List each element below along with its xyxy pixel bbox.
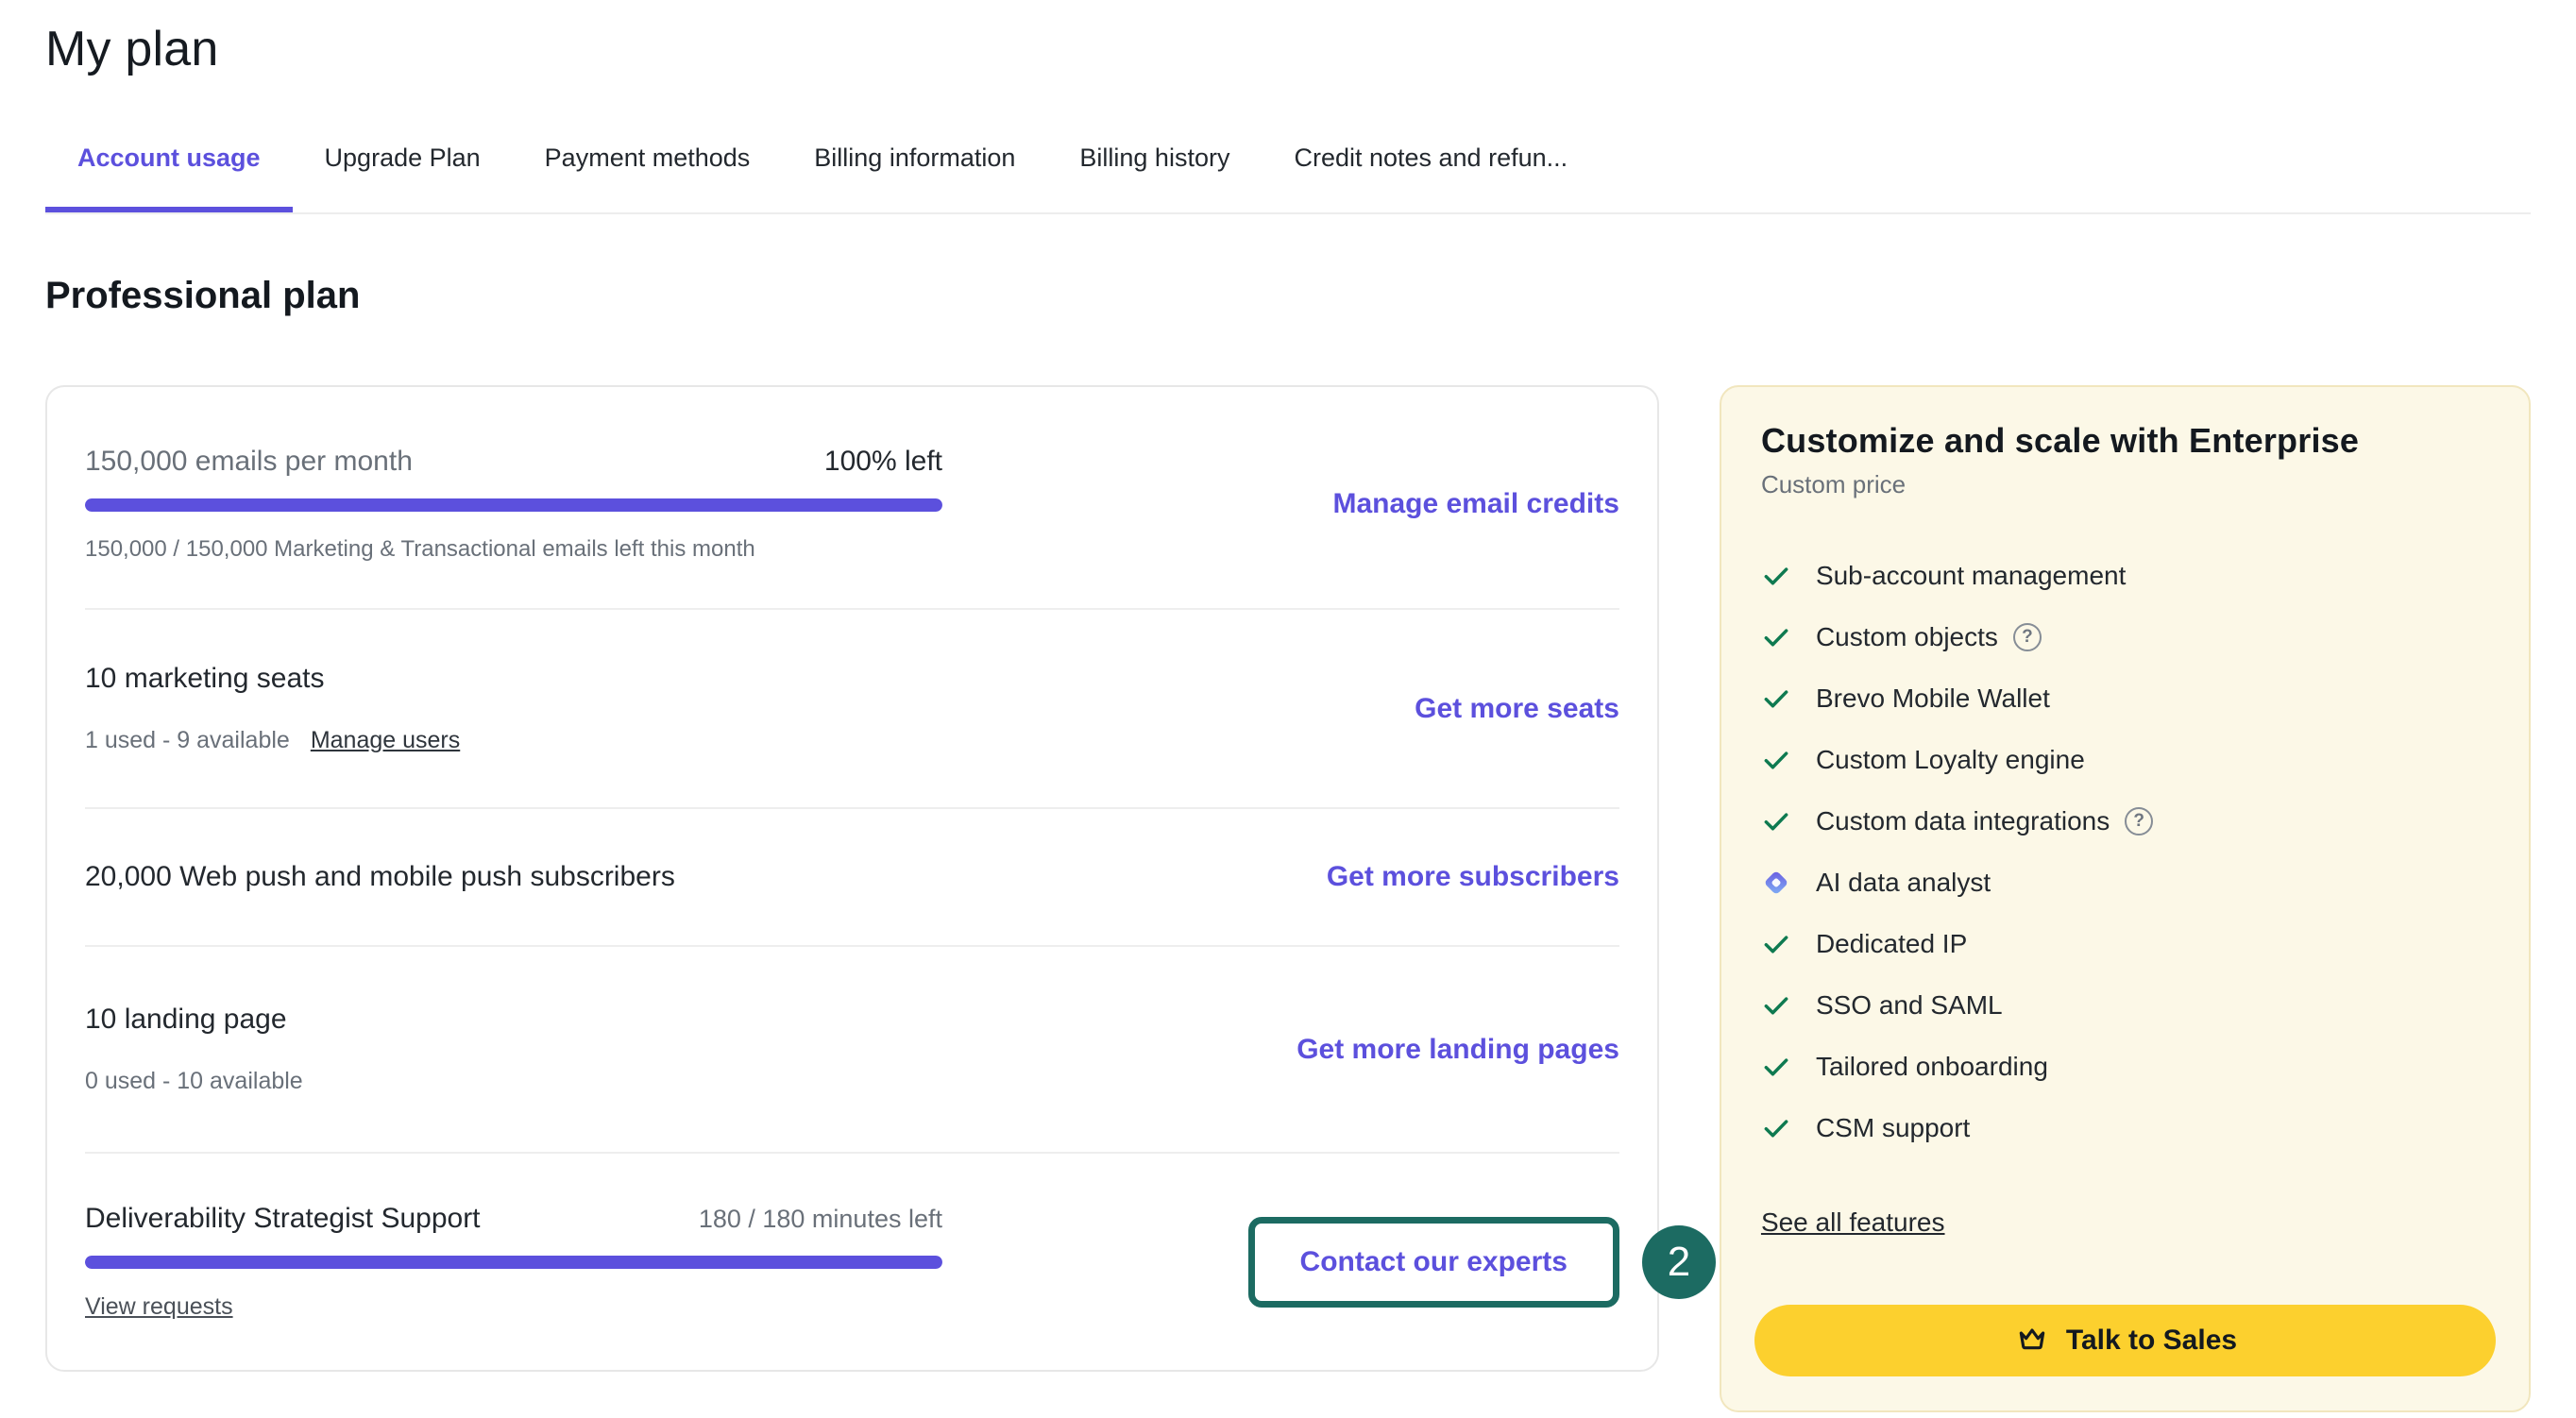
tab-bar: Account usage Upgrade Plan Payment metho… [45, 130, 2531, 214]
help-icon[interactable]: ? [2013, 623, 2042, 651]
feature-label: Dedicated IP [1816, 929, 1967, 959]
section-marketing-seats: 10 marketing seats 1 used - 9 available … [85, 610, 1619, 809]
minutes-left-text: 180 / 180 minutes left [699, 1205, 942, 1234]
check-icon [1761, 561, 1791, 591]
email-quota-title: 150,000 emails per month [85, 446, 413, 478]
list-item: AI data analyst [1761, 852, 2495, 913]
list-item: Custom objects ? [1761, 606, 2495, 667]
check-icon [1761, 806, 1791, 836]
feature-label: Custom objects [1816, 622, 1998, 652]
check-icon [1761, 929, 1791, 959]
tab-credit-notes[interactable]: Credit notes and refun... [1262, 130, 1600, 212]
deliverability-title: Deliverability Strategist Support [85, 1203, 481, 1235]
email-percent-left: 100% left [824, 446, 942, 478]
feature-label: SSO and SAML [1816, 990, 2003, 1021]
check-icon [1761, 684, 1791, 714]
list-item: SSO and SAML [1761, 974, 2495, 1036]
list-item: Custom data integrations ? [1761, 790, 2495, 852]
seats-availability-text: 1 used - 9 available [85, 727, 290, 754]
get-more-landing-pages-link[interactable]: Get more landing pages [1296, 1034, 1619, 1065]
get-more-seats-link[interactable]: Get more seats [1415, 693, 1619, 724]
talk-to-sales-button[interactable]: Talk to Sales [1754, 1305, 2496, 1376]
tab-upgrade-plan[interactable]: Upgrade Plan [293, 130, 513, 212]
section-landing-pages: 10 landing page 0 used - 10 available Ge… [85, 947, 1619, 1154]
enterprise-card: Customize and scale with Enterprise Cust… [1720, 385, 2531, 1412]
ai-diamond-icon [1761, 868, 1791, 898]
feature-label: Sub-account management [1816, 561, 2126, 591]
landing-pages-availability-text: 0 used - 10 available [85, 1068, 303, 1095]
check-icon [1761, 622, 1791, 652]
section-deliverability-support: Deliverability Strategist Support 180 / … [85, 1154, 1619, 1370]
list-item: Tailored onboarding [1761, 1036, 2495, 1097]
check-icon [1761, 745, 1791, 775]
enterprise-title: Customize and scale with Enterprise [1761, 421, 2495, 461]
my-plan-page: My plan Account usage Upgrade Plan Payme… [0, 0, 2576, 1412]
usage-card: 150,000 emails per month 100% left 150,0… [45, 385, 1659, 1372]
feature-label: Custom data integrations [1816, 806, 2110, 836]
tab-billing-information[interactable]: Billing information [782, 130, 1047, 212]
plan-heading: Professional plan [45, 275, 2531, 317]
enterprise-feature-list: Sub-account management Custom objects ? … [1761, 545, 2495, 1158]
list-item: Brevo Mobile Wallet [1761, 667, 2495, 729]
email-progress-bar [85, 498, 942, 512]
annotation-step-badge: 2 [1642, 1225, 1716, 1299]
feature-label: Tailored onboarding [1816, 1052, 2048, 1082]
feature-label: Custom Loyalty engine [1816, 745, 2085, 775]
email-remaining-text: 150,000 / 150,000 Marketing & Transactio… [85, 536, 942, 563]
feature-label: AI data analyst [1816, 868, 1991, 898]
deliverability-progress-bar [85, 1256, 942, 1269]
enterprise-price: Custom price [1761, 470, 2495, 499]
feature-label: Brevo Mobile Wallet [1816, 684, 2050, 714]
tab-account-usage[interactable]: Account usage [45, 130, 293, 212]
check-icon [1761, 990, 1791, 1021]
crown-icon [2013, 1322, 2051, 1359]
check-icon [1761, 1052, 1791, 1082]
talk-to-sales-label: Talk to Sales [2066, 1325, 2237, 1357]
check-icon [1761, 1113, 1791, 1143]
list-item: Sub-account management [1761, 545, 2495, 606]
see-all-features-link[interactable]: See all features [1761, 1207, 1945, 1238]
list-item: Custom Loyalty engine [1761, 729, 2495, 790]
manage-users-link[interactable]: Manage users [311, 727, 460, 754]
section-push-subscribers: 20,000 Web push and mobile push subscrib… [85, 809, 1619, 947]
help-icon[interactable]: ? [2125, 807, 2153, 836]
manage-email-credits-link[interactable]: Manage email credits [1332, 488, 1618, 519]
get-more-subscribers-link[interactable]: Get more subscribers [1327, 861, 1619, 892]
contact-our-experts-button[interactable]: Contact our experts [1248, 1217, 1619, 1308]
tab-billing-history[interactable]: Billing history [1047, 130, 1262, 212]
tab-payment-methods[interactable]: Payment methods [513, 130, 783, 212]
subscribers-title: 20,000 Web push and mobile push subscrib… [85, 861, 942, 893]
list-item: Dedicated IP [1761, 913, 2495, 974]
section-email-credits: 150,000 emails per month 100% left 150,0… [85, 387, 1619, 610]
feature-label: CSM support [1816, 1113, 1970, 1143]
landing-pages-title: 10 landing page [85, 1004, 942, 1036]
view-requests-link[interactable]: View requests [85, 1293, 233, 1321]
page-title: My plan [45, 21, 2531, 77]
list-item: CSM support [1761, 1097, 2495, 1158]
seats-title: 10 marketing seats [85, 663, 942, 695]
